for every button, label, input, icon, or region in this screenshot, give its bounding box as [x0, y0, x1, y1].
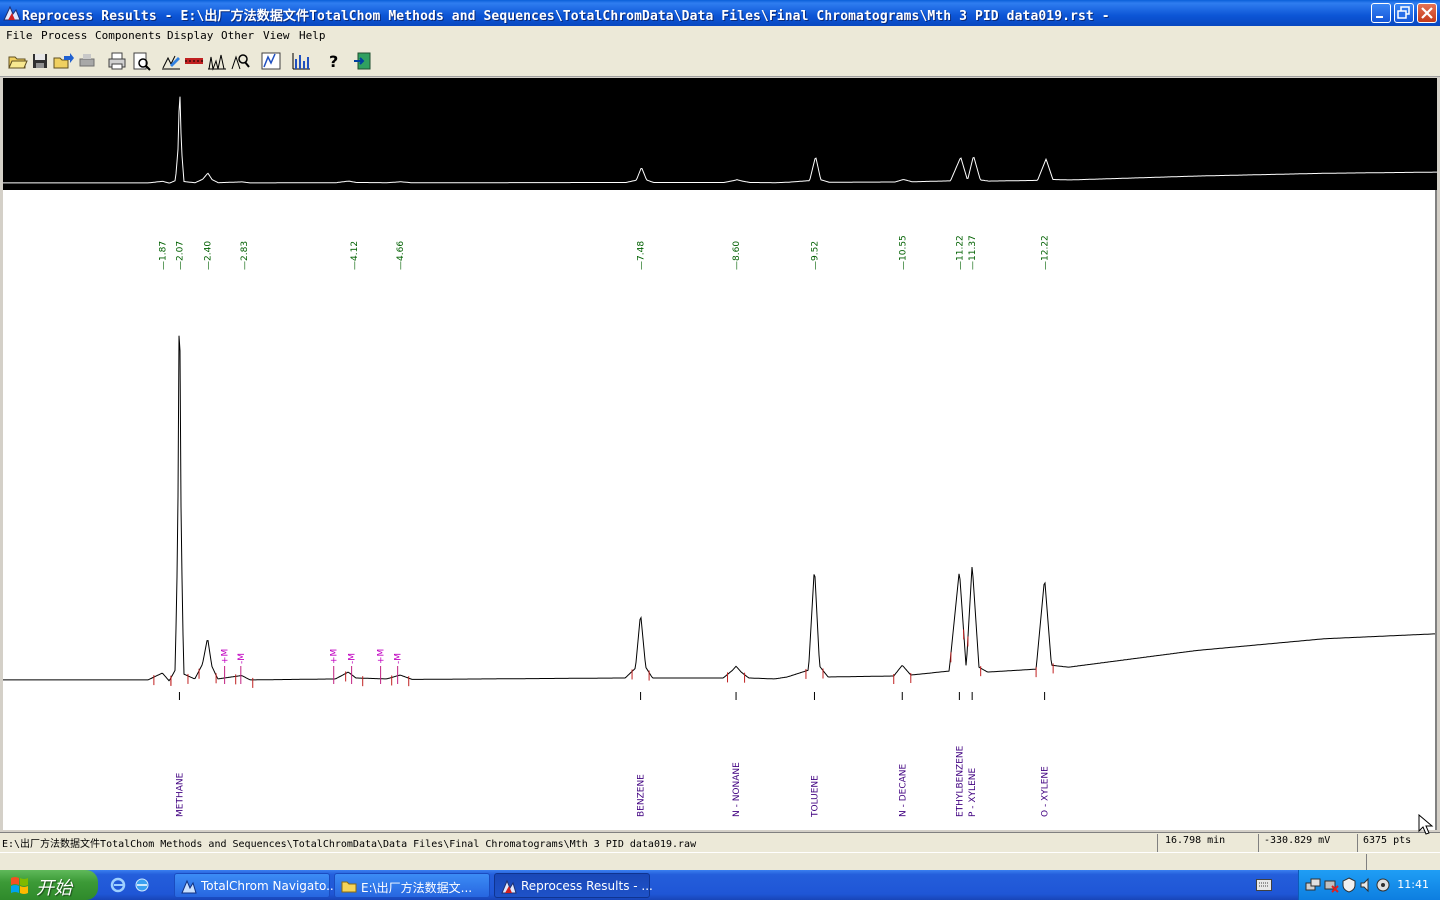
start-label: 开始	[36, 878, 72, 899]
mouse-cursor-icon	[1418, 814, 1434, 835]
status-separator	[1157, 834, 1158, 852]
retention-time-label: —11.22	[955, 235, 965, 270]
retention-time-label: —10.55	[898, 235, 908, 270]
ie-quicklaunch-icon[interactable]	[110, 877, 126, 893]
volume-icon[interactable]	[1359, 877, 1375, 893]
restore-icon	[1397, 6, 1410, 19]
status-points: 6375 pts	[1363, 835, 1412, 846]
event-marker-label: -M	[237, 653, 247, 664]
task-label: Reprocess Results - ...	[521, 879, 653, 893]
print-preview-icon[interactable]	[130, 50, 152, 72]
retention-time-label: —1.87	[158, 241, 168, 270]
svg-text:?: ?	[329, 52, 338, 71]
totalchrom-app-icon	[181, 879, 197, 894]
component-name-label: BENZENE	[637, 774, 647, 817]
task-label: E:\出厂方法数据文...	[361, 881, 473, 895]
component-name-label: O - XYLENE	[1041, 766, 1051, 817]
minimize-button[interactable]	[1371, 3, 1391, 23]
overview-trace	[3, 96, 1437, 184]
close-button[interactable]	[1417, 3, 1437, 23]
retention-time-label: —2.40	[204, 241, 214, 270]
component-name-label: ETHYLBENZENE	[955, 745, 965, 817]
main-chromatogram[interactable]: —1.87 —2.07 —2.40 —2.83 —4.12 —4.66 —7.48 —8.60…	[3, 190, 1437, 830]
reprocess-app-icon	[501, 879, 517, 894]
status-strip	[0, 852, 1440, 871]
chromatogram-trace	[3, 335, 1435, 682]
help-icon[interactable]: ?	[322, 50, 344, 72]
taskbar: 开始 TotalChrom Navigato... E:\出厂方法数据文... …	[0, 870, 1440, 900]
open-icon[interactable]	[6, 50, 28, 72]
network-icon[interactable]	[1305, 877, 1321, 893]
exit-icon[interactable]	[352, 50, 374, 72]
retention-time-label: —4.12	[350, 241, 360, 270]
minimize-icon	[1376, 16, 1383, 18]
restore-button[interactable]	[1394, 3, 1414, 23]
event-marker-label: +M	[330, 649, 340, 664]
toolbar: ?	[0, 46, 1440, 77]
disconnected-icon[interactable]	[1323, 877, 1339, 893]
retention-time-label: —12.22	[1041, 235, 1051, 270]
event-marker-label: +M	[377, 649, 387, 664]
component-name-label: N - DECANE	[898, 764, 908, 817]
peaks-icon[interactable]	[206, 50, 228, 72]
title-bar: Reprocess Results - E:\出厂方法数据文件TotalChom…	[0, 0, 1440, 26]
status-bar: E:\出厂方法数据文件TotalChom Methods and Sequenc…	[0, 832, 1440, 853]
component-name-label: METHANE	[175, 772, 185, 817]
save-icon[interactable]	[29, 50, 51, 72]
start-button[interactable]: 开始	[0, 870, 98, 900]
retention-time-label: —4.66	[396, 241, 406, 270]
retention-time-label: —8.60	[732, 241, 742, 270]
export-icon[interactable]	[52, 50, 74, 72]
strip-separator	[1366, 854, 1367, 870]
windows-logo-icon	[11, 877, 28, 894]
component-name-label: N - NONANE	[732, 762, 742, 817]
menu-components[interactable]: Components	[95, 29, 161, 42]
retention-time-label: —2.07	[175, 241, 185, 270]
event-marker-label: +M	[221, 649, 231, 664]
event-marker-label: -M	[348, 653, 358, 664]
security-icon[interactable]	[1341, 877, 1357, 893]
folder-icon	[341, 881, 357, 893]
retention-time-label: —7.48	[637, 241, 647, 270]
print-setup-icon[interactable]	[76, 50, 98, 72]
bar-chart-icon[interactable]	[290, 50, 312, 72]
component-name-label: P - XYLENE	[968, 768, 978, 817]
print-icon[interactable]	[106, 50, 128, 72]
status-separator	[1258, 834, 1259, 852]
status-file-path: E:\出厂方法数据文件TotalChom Methods and Sequenc…	[2, 839, 697, 850]
zoom-icon[interactable]	[229, 50, 251, 72]
menu-other[interactable]: Other	[221, 29, 254, 42]
menu-help[interactable]: Help	[299, 29, 326, 42]
browser-quicklaunch-icon[interactable]	[134, 877, 150, 893]
status-separator	[1357, 834, 1358, 852]
graph-edit-icon[interactable]	[160, 50, 182, 72]
system-tray: 11:41	[1298, 870, 1440, 900]
task-explorer-folder[interactable]: E:\出厂方法数据文...	[334, 873, 490, 898]
clock: 11:41	[1397, 878, 1429, 891]
menu-display[interactable]: Display	[167, 29, 213, 42]
task-totalchrom-navigator[interactable]: TotalChrom Navigato...	[174, 873, 338, 898]
keyboard-icon[interactable]	[1256, 879, 1272, 891]
retention-time-label: —11.37	[968, 235, 978, 270]
menu-process[interactable]: Process	[41, 29, 87, 42]
overview-chromatogram[interactable]	[3, 78, 1437, 190]
menu-file[interactable]: File	[6, 29, 33, 42]
retention-time-label: —9.52	[810, 241, 820, 270]
status-time: 16.798 min	[1165, 835, 1226, 846]
overlay-icon[interactable]	[260, 50, 282, 72]
baseline-icon[interactable]	[183, 50, 205, 72]
status-signal: -330.829 mV	[1264, 835, 1331, 846]
task-label: TotalChrom Navigato...	[201, 879, 338, 893]
component-name-label: TOLUENE	[810, 775, 820, 818]
tray-app-icon[interactable]	[1375, 877, 1391, 893]
menu-bar: File Process Components Display Other Vi…	[0, 26, 1440, 46]
window-title: Reprocess Results - E:\出厂方法数据文件TotalChom…	[22, 9, 1110, 24]
retention-time-label: —2.83	[240, 241, 250, 270]
menu-view[interactable]: View	[263, 29, 290, 42]
event-marker-label: -M	[394, 653, 404, 664]
app-icon	[3, 5, 21, 21]
close-icon	[1421, 7, 1433, 19]
task-reprocess-results[interactable]: Reprocess Results - ...	[494, 873, 653, 898]
